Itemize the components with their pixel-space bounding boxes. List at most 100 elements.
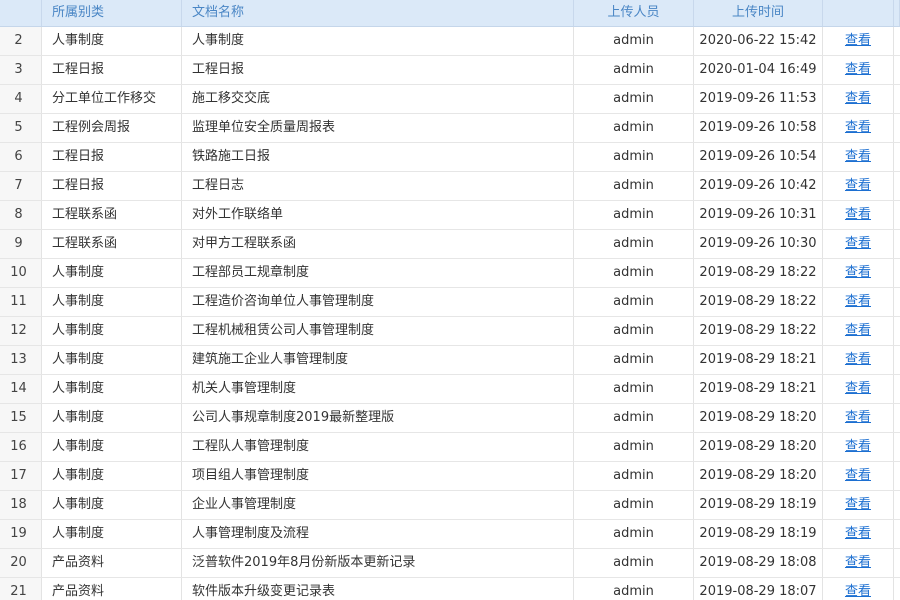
row-uploader: admin xyxy=(574,462,694,490)
row-number: 13 xyxy=(0,346,42,374)
row-upload-time: 2019-08-29 18:19 xyxy=(694,520,823,548)
row-category: 人事制度 xyxy=(42,462,182,490)
table-row[interactable]: 20 产品资料 泛普软件2019年8月份新版本更新记录 admin 2019-08-29… xyxy=(0,549,900,578)
table-row[interactable]: 10 人事制度 工程部员工规章制度 admin 2019-08-29 18:22 查看 xyxy=(0,259,900,288)
view-link-cell[interactable]: 查看 xyxy=(823,259,894,287)
view-link[interactable]: 查看 xyxy=(845,584,871,599)
view-link[interactable]: 查看 xyxy=(845,497,871,512)
table-row[interactable]: 5 工程例会周报 监理单位安全质量周报表 admin 2019-09-26 10:58 查… xyxy=(0,114,900,143)
view-link-cell[interactable]: 查看 xyxy=(823,549,894,577)
row-upload-time: 2019-08-29 18:22 xyxy=(694,317,823,345)
row-number: 15 xyxy=(0,404,42,432)
row-document-name: 施工移交交底 xyxy=(182,85,574,113)
view-link-cell[interactable]: 查看 xyxy=(823,578,894,600)
header-document-name[interactable]: 文档名称 xyxy=(182,0,574,26)
view-link[interactable]: 查看 xyxy=(845,236,871,251)
view-link[interactable]: 查看 xyxy=(845,439,871,454)
table-row[interactable]: 2 人事制度 人事制度 admin 2020-06-22 15:42 查看 xyxy=(0,27,900,56)
header-category[interactable]: 所属别类 xyxy=(42,0,182,26)
view-link-cell[interactable]: 查看 xyxy=(823,520,894,548)
view-link[interactable]: 查看 xyxy=(845,33,871,48)
view-link[interactable]: 查看 xyxy=(845,468,871,483)
table-row[interactable]: 16 人事制度 工程队人事管理制度 admin 2019-08-29 18:20 查看 xyxy=(0,433,900,462)
view-link-cell[interactable]: 查看 xyxy=(823,85,894,113)
table-row[interactable]: 4 分工单位工作移交 施工移交交底 admin 2019-09-26 11:53 查看 xyxy=(0,85,900,114)
view-link-cell[interactable]: 查看 xyxy=(823,433,894,461)
table-row[interactable]: 17 人事制度 项目组人事管理制度 admin 2019-08-29 18:20 查看 xyxy=(0,462,900,491)
row-upload-time: 2019-09-26 11:53 xyxy=(694,85,823,113)
view-link-cell[interactable]: 查看 xyxy=(823,462,894,490)
row-document-name: 工程机械租赁公司人事管理制度 xyxy=(182,317,574,345)
view-link-cell[interactable]: 查看 xyxy=(823,317,894,345)
view-link-cell[interactable]: 查看 xyxy=(823,346,894,374)
view-link[interactable]: 查看 xyxy=(845,323,871,338)
view-link-cell[interactable]: 查看 xyxy=(823,375,894,403)
row-category: 工程日报 xyxy=(42,172,182,200)
view-link[interactable]: 查看 xyxy=(845,207,871,222)
table-row[interactable]: 6 工程日报 铁路施工日报 admin 2019-09-26 10:54 查看 xyxy=(0,143,900,172)
row-number: 8 xyxy=(0,201,42,229)
view-link-cell[interactable]: 查看 xyxy=(823,491,894,519)
view-link-cell[interactable]: 查看 xyxy=(823,114,894,142)
row-category: 工程联系函 xyxy=(42,201,182,229)
row-upload-time: 2019-08-29 18:20 xyxy=(694,462,823,490)
table-row[interactable]: 7 工程日报 工程日志 admin 2019-09-26 10:42 查看 xyxy=(0,172,900,201)
view-link-cell[interactable]: 查看 xyxy=(823,27,894,55)
view-link[interactable]: 查看 xyxy=(845,352,871,367)
table-row[interactable]: 21 产品资料 软件版本升级变更记录表 admin 2019-08-29 18:07 查看 xyxy=(0,578,900,600)
table-row[interactable]: 19 人事制度 人事管理制度及流程 admin 2019-08-29 18:19 查看 xyxy=(0,520,900,549)
view-link-cell[interactable]: 查看 xyxy=(823,404,894,432)
row-uploader: admin xyxy=(574,288,694,316)
view-link-cell[interactable]: 查看 xyxy=(823,143,894,171)
view-link[interactable]: 查看 xyxy=(845,294,871,309)
row-category: 人事制度 xyxy=(42,346,182,374)
row-filler xyxy=(894,433,900,461)
view-link-cell[interactable]: 查看 xyxy=(823,56,894,84)
view-link[interactable]: 查看 xyxy=(845,62,871,77)
view-link[interactable]: 查看 xyxy=(845,410,871,425)
row-document-name: 企业人事管理制度 xyxy=(182,491,574,519)
grid-body: 2 人事制度 人事制度 admin 2020-06-22 15:42 查看 3 工程日报 工程日… xyxy=(0,27,900,600)
row-upload-time: 2019-09-26 10:58 xyxy=(694,114,823,142)
table-row[interactable]: 12 人事制度 工程机械租赁公司人事管理制度 admin 2019-08-29 18:2… xyxy=(0,317,900,346)
row-number: 18 xyxy=(0,491,42,519)
row-number: 2 xyxy=(0,27,42,55)
view-link[interactable]: 查看 xyxy=(845,91,871,106)
row-category: 工程例会周报 xyxy=(42,114,182,142)
row-number: 19 xyxy=(0,520,42,548)
view-link[interactable]: 查看 xyxy=(845,149,871,164)
view-link[interactable]: 查看 xyxy=(845,526,871,541)
view-link[interactable]: 查看 xyxy=(845,120,871,135)
row-document-name: 人事制度 xyxy=(182,27,574,55)
row-uploader: admin xyxy=(574,172,694,200)
view-link-cell[interactable]: 查看 xyxy=(823,230,894,258)
row-uploader: admin xyxy=(574,433,694,461)
row-uploader: admin xyxy=(574,27,694,55)
table-row[interactable]: 13 人事制度 建筑施工企业人事管理制度 admin 2019-08-29 18:21 查… xyxy=(0,346,900,375)
table-row[interactable]: 15 人事制度 公司人事规章制度2019最新整理版 admin 2019-08-29 1… xyxy=(0,404,900,433)
row-filler xyxy=(894,56,900,84)
table-row[interactable]: 18 人事制度 企业人事管理制度 admin 2019-08-29 18:19 查看 xyxy=(0,491,900,520)
table-row[interactable]: 9 工程联系函 对甲方工程联系函 admin 2019-09-26 10:30 查看 xyxy=(0,230,900,259)
view-link-cell[interactable]: 查看 xyxy=(823,172,894,200)
view-link[interactable]: 查看 xyxy=(845,381,871,396)
header-upload-time[interactable]: 上传时间 xyxy=(694,0,823,26)
row-uploader: admin xyxy=(574,520,694,548)
view-link-cell[interactable]: 查看 xyxy=(823,288,894,316)
table-row[interactable]: 3 工程日报 工程日报 admin 2020-01-04 16:49 查看 xyxy=(0,56,900,85)
row-filler xyxy=(894,346,900,374)
row-uploader: admin xyxy=(574,85,694,113)
view-link-cell[interactable]: 查看 xyxy=(823,201,894,229)
view-link[interactable]: 查看 xyxy=(845,178,871,193)
row-filler xyxy=(894,114,900,142)
row-category: 工程日报 xyxy=(42,143,182,171)
row-number: 12 xyxy=(0,317,42,345)
row-document-name: 公司人事规章制度2019最新整理版 xyxy=(182,404,574,432)
view-link[interactable]: 查看 xyxy=(845,555,871,570)
table-row[interactable]: 14 人事制度 机关人事管理制度 admin 2019-08-29 18:21 查看 xyxy=(0,375,900,404)
view-link[interactable]: 查看 xyxy=(845,265,871,280)
table-row[interactable]: 8 工程联系函 对外工作联络单 admin 2019-09-26 10:31 查看 xyxy=(0,201,900,230)
row-uploader: admin xyxy=(574,56,694,84)
table-row[interactable]: 11 人事制度 工程造价咨询单位人事管理制度 admin 2019-08-29 18:2… xyxy=(0,288,900,317)
header-uploader[interactable]: 上传人员 xyxy=(574,0,694,26)
